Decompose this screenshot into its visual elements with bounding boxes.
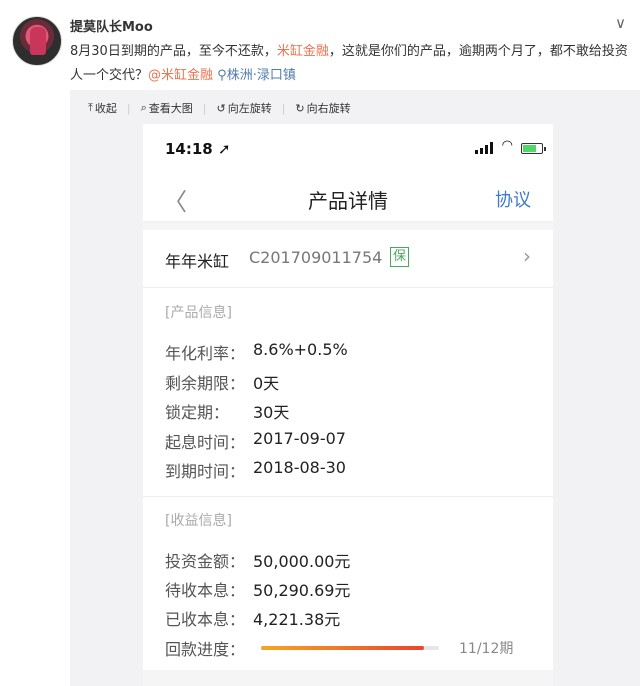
status-time-text: 14:18: [165, 140, 213, 158]
status-bar: 14:18 ➚ ◠: [143, 124, 553, 172]
rotate-left-button[interactable]: ↺ 向左旋转: [216, 100, 271, 116]
view-large-label: 查看大图: [148, 102, 193, 115]
location-text: 株洲·渌口镇: [226, 68, 296, 83]
toolbar-divider: |: [126, 101, 131, 115]
income-value: 4,221.38元: [253, 610, 341, 629]
rotate-right-label: 向右旋转: [306, 102, 351, 115]
info-label: 到期时间：: [165, 462, 246, 481]
product-name: 年年米缸: [165, 252, 230, 271]
username[interactable]: 提莫队长Moo: [70, 16, 153, 35]
income-label: 待收本息：: [165, 581, 246, 600]
guarantee-badge: 保: [390, 247, 410, 267]
toolbar-divider: |: [202, 101, 207, 115]
progress-bar-fill: [261, 646, 425, 650]
toolbar-divider: |: [281, 101, 286, 115]
income-info-title: [收益信息]: [165, 513, 232, 529]
info-value: 8.6%+0.5%: [253, 340, 348, 359]
nav-bar: 〈 产品详情 协议: [143, 172, 553, 222]
repayment-progress: 回款进度： 11/12期: [165, 636, 513, 660]
location-link[interactable]: ⚲株洲·渌口镇: [217, 68, 296, 83]
image-viewer: ⤒ 收起 | ⌕ 查看大图 | ↺ 向左旋转 | ↻ 向右旋转 14:18 ➚ ◠ 〈 …: [70, 90, 640, 686]
info-value: 2017-09-07: [253, 429, 346, 448]
info-row: 到期时间： 2018-08-30: [165, 458, 346, 482]
income-row: 已收本息： 4,221.38元: [165, 606, 340, 630]
collapse-button[interactable]: ⤒ 收起: [88, 100, 117, 116]
page-title: 产品详情: [308, 189, 388, 213]
rotate-right-button[interactable]: ↻ 向右旋转: [295, 100, 350, 116]
product-code: C201709011754: [249, 248, 383, 267]
agreement-link[interactable]: 协议: [495, 186, 531, 212]
battery-icon: [521, 143, 546, 154]
view-large-button[interactable]: ⌕ 查看大图: [141, 100, 193, 116]
search-icon: ⌕: [140, 101, 147, 114]
info-row: 剩余期限： 0天: [165, 370, 279, 394]
wifi-icon: ◠: [501, 138, 513, 153]
income-value: 50,290.69元: [253, 581, 351, 600]
product-row[interactable]: 年年米缸 C201709011754 保 ›: [143, 230, 553, 288]
post-mention[interactable]: @米缸金融: [148, 68, 213, 83]
collapse-label: 收起: [94, 102, 117, 115]
progress-count: 11/12期: [459, 641, 514, 657]
chevron-down-icon[interactable]: ∨: [615, 14, 626, 32]
info-label: 剩余期限：: [165, 374, 246, 393]
income-label: 投资金额：: [165, 552, 246, 571]
product-card: 年年米缸 C201709011754 保 › [产品信息] 年化利率： 8.6%+…: [143, 230, 553, 670]
info-row: 年化利率： 8.6%+0.5%: [165, 340, 348, 364]
info-row: 锁定期： 30天: [165, 399, 289, 423]
phone-screenshot[interactable]: 14:18 ➚ ◠ 〈 产品详情 协议 年年米缸 C201709011754 保…: [143, 124, 553, 686]
info-row: 起息时间： 2017-09-07: [165, 429, 346, 453]
status-time: 14:18 ➚: [165, 140, 231, 158]
info-value: 0天: [253, 374, 280, 393]
rotate-right-icon: ↻: [295, 101, 305, 115]
info-value: 2018-08-30: [253, 458, 346, 477]
avatar[interactable]: [12, 16, 62, 66]
info-label: 年化利率：: [165, 344, 246, 363]
chevron-right-icon: ›: [523, 244, 531, 268]
collapse-icon: ⤒: [88, 101, 93, 114]
avatar-figure: [30, 27, 46, 55]
info-label: 起息时间：: [165, 433, 246, 452]
product-info-title: [产品信息]: [165, 305, 232, 321]
post-text: 8月30日到期的产品，至今不还款，米缸金融，这就是你们的产品，逾期两个月了，都不…: [70, 40, 630, 88]
image-toolbar: ⤒ 收起 | ⌕ 查看大图 | ↺ 向左旋转 | ↻ 向右旋转: [88, 98, 351, 118]
progress-label: 回款进度：: [165, 640, 246, 659]
location-arrow-icon: ➚: [217, 140, 231, 158]
rotate-left-icon: ↺: [216, 101, 226, 115]
rotate-left-label: 向左旋转: [227, 102, 272, 115]
income-row: 投资金额： 50,000.00元: [165, 548, 350, 572]
income-value: 50,000.00元: [253, 552, 351, 571]
post-link-migang[interactable]: 米缸金融: [277, 44, 329, 59]
income-row: 待收本息： 50,290.69元: [165, 577, 350, 601]
info-value: 30天: [253, 403, 290, 422]
signal-icon: [475, 142, 493, 154]
info-label: 锁定期：: [165, 403, 230, 422]
post-text-part1: 8月30日到期的产品，至今不还款，: [70, 44, 277, 59]
location-pin-icon: ⚲: [217, 68, 227, 83]
divider: [143, 496, 553, 497]
progress-bar: [261, 646, 439, 650]
income-label: 已收本息：: [165, 610, 246, 629]
